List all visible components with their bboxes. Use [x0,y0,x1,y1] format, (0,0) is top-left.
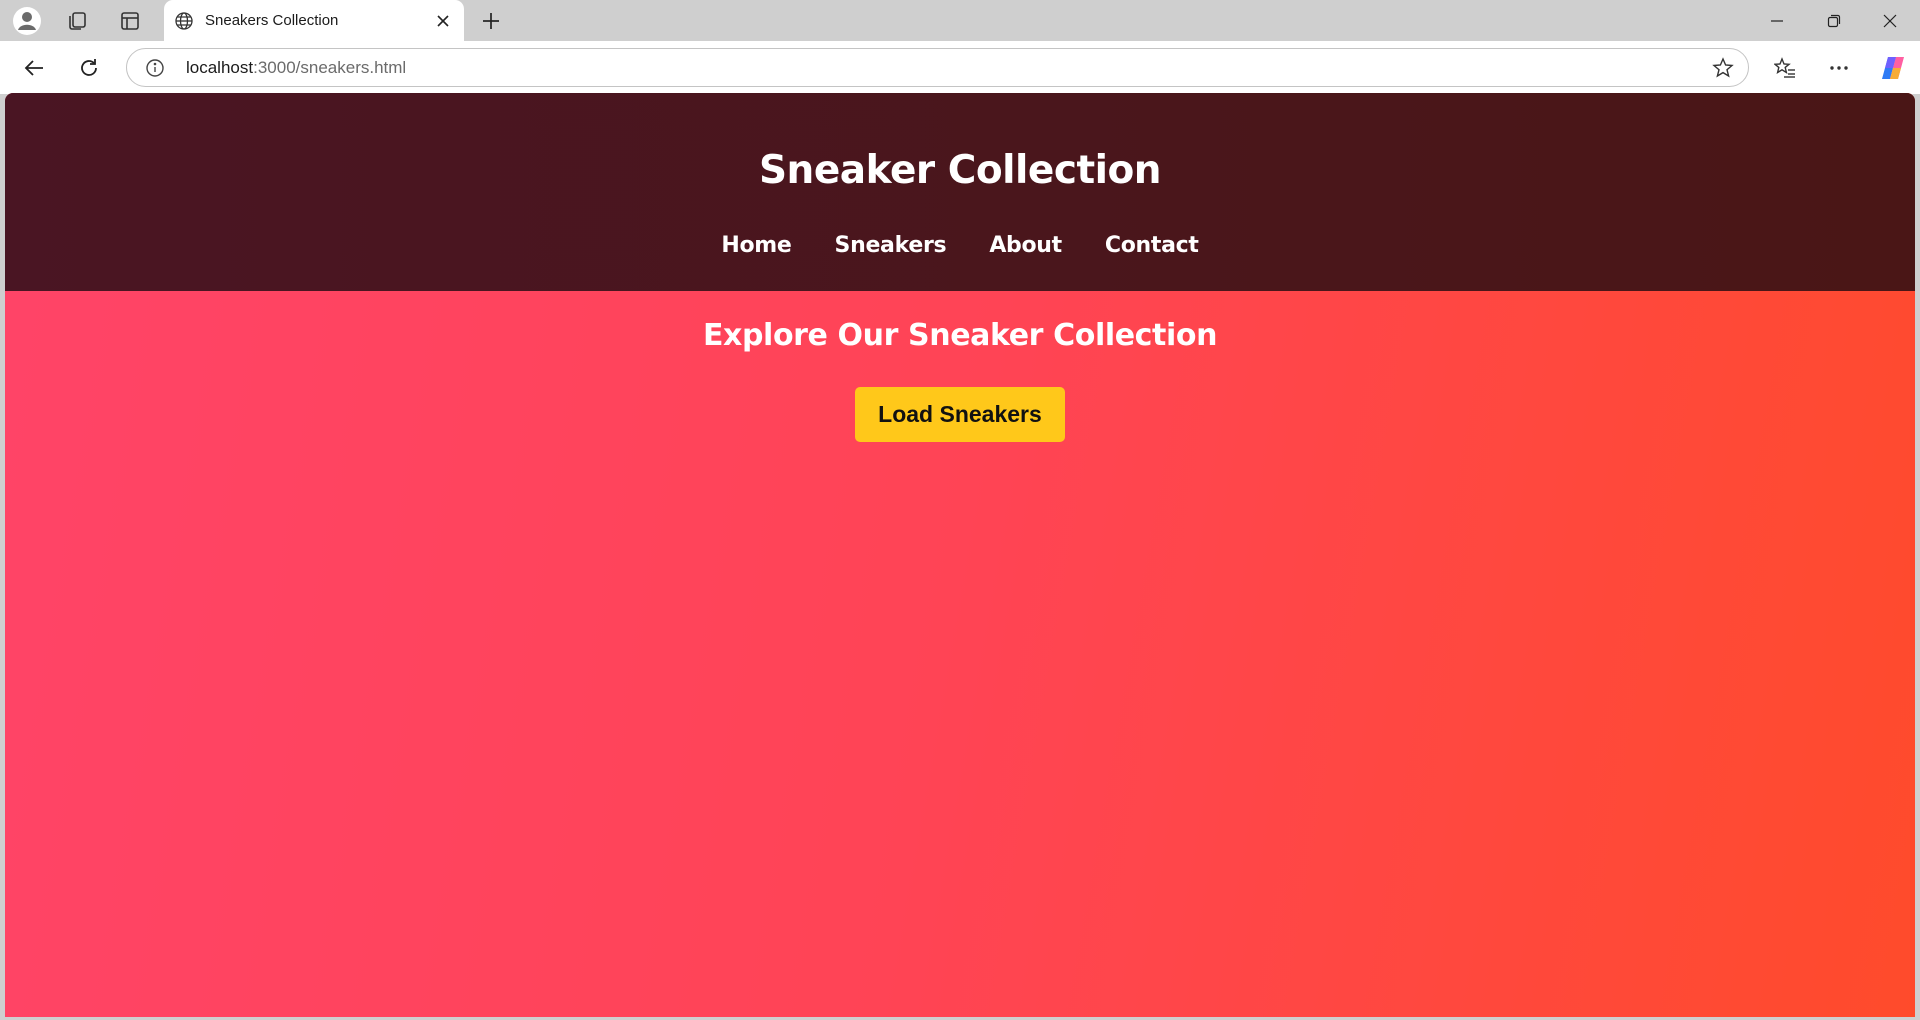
load-sneakers-button[interactable]: Load Sneakers [855,387,1065,442]
minimize-icon [1771,19,1783,22]
profile-button[interactable] [7,5,47,37]
tab-actions-button[interactable] [110,5,150,37]
section-title: Explore Our Sneaker Collection [702,318,1218,353]
nav-link-about[interactable]: About [989,233,1062,258]
favorite-star-icon[interactable] [1712,57,1734,79]
url-text[interactable]: localhost:3000/sneakers.html [186,58,406,78]
nav-link-sneakers[interactable]: Sneakers [835,233,947,258]
page-viewport: Sneaker Collection Home Sneakers About C… [5,93,1915,1017]
url-host: localhost [186,58,254,77]
minimize-button[interactable] [1749,0,1805,41]
new-tab-button[interactable] [471,5,511,37]
address-bar[interactable]: localhost:3000/sneakers.html [126,48,1749,87]
workspaces-button[interactable] [57,5,97,37]
copilot-icon [1882,57,1904,79]
nav-link-home[interactable]: Home [721,233,791,258]
url-path: :3000/sneakers.html [253,58,407,77]
favorites-list-icon [1774,57,1795,78]
close-icon [437,15,449,27]
close-window-button[interactable] [1862,0,1918,41]
browser-toolbar: localhost:3000/sneakers.html [0,41,1920,94]
plus-icon [483,13,499,29]
more-menu-button[interactable] [1819,48,1859,88]
profile-icon [13,7,41,35]
active-tab[interactable]: Sneakers Collection [164,0,464,41]
refresh-icon [81,59,97,76]
tab-close-button[interactable] [431,9,455,33]
site-title: Sneaker Collection [758,148,1162,193]
close-window-icon [1883,14,1897,27]
back-arrow-icon [24,60,43,76]
tab-title: Sneakers Collection [205,12,339,29]
copilot-button[interactable] [1873,48,1913,88]
tab-strip: Sneakers Collection [0,0,1920,41]
back-button[interactable] [14,48,54,88]
restore-button[interactable] [1806,0,1862,41]
refresh-button[interactable] [69,48,109,88]
site-header: Sneaker Collection Home Sneakers About C… [5,93,1915,291]
more-dots-icon [1830,66,1848,70]
workspaces-icon [69,12,86,30]
vertical-tabs-icon [121,12,139,30]
globe-icon [175,12,193,30]
site-nav: Home Sneakers About Contact [5,233,1915,258]
restore-icon [1827,14,1841,27]
info-icon[interactable] [145,58,165,78]
nav-link-contact[interactable]: Contact [1105,233,1199,258]
favorites-button[interactable] [1765,48,1805,88]
